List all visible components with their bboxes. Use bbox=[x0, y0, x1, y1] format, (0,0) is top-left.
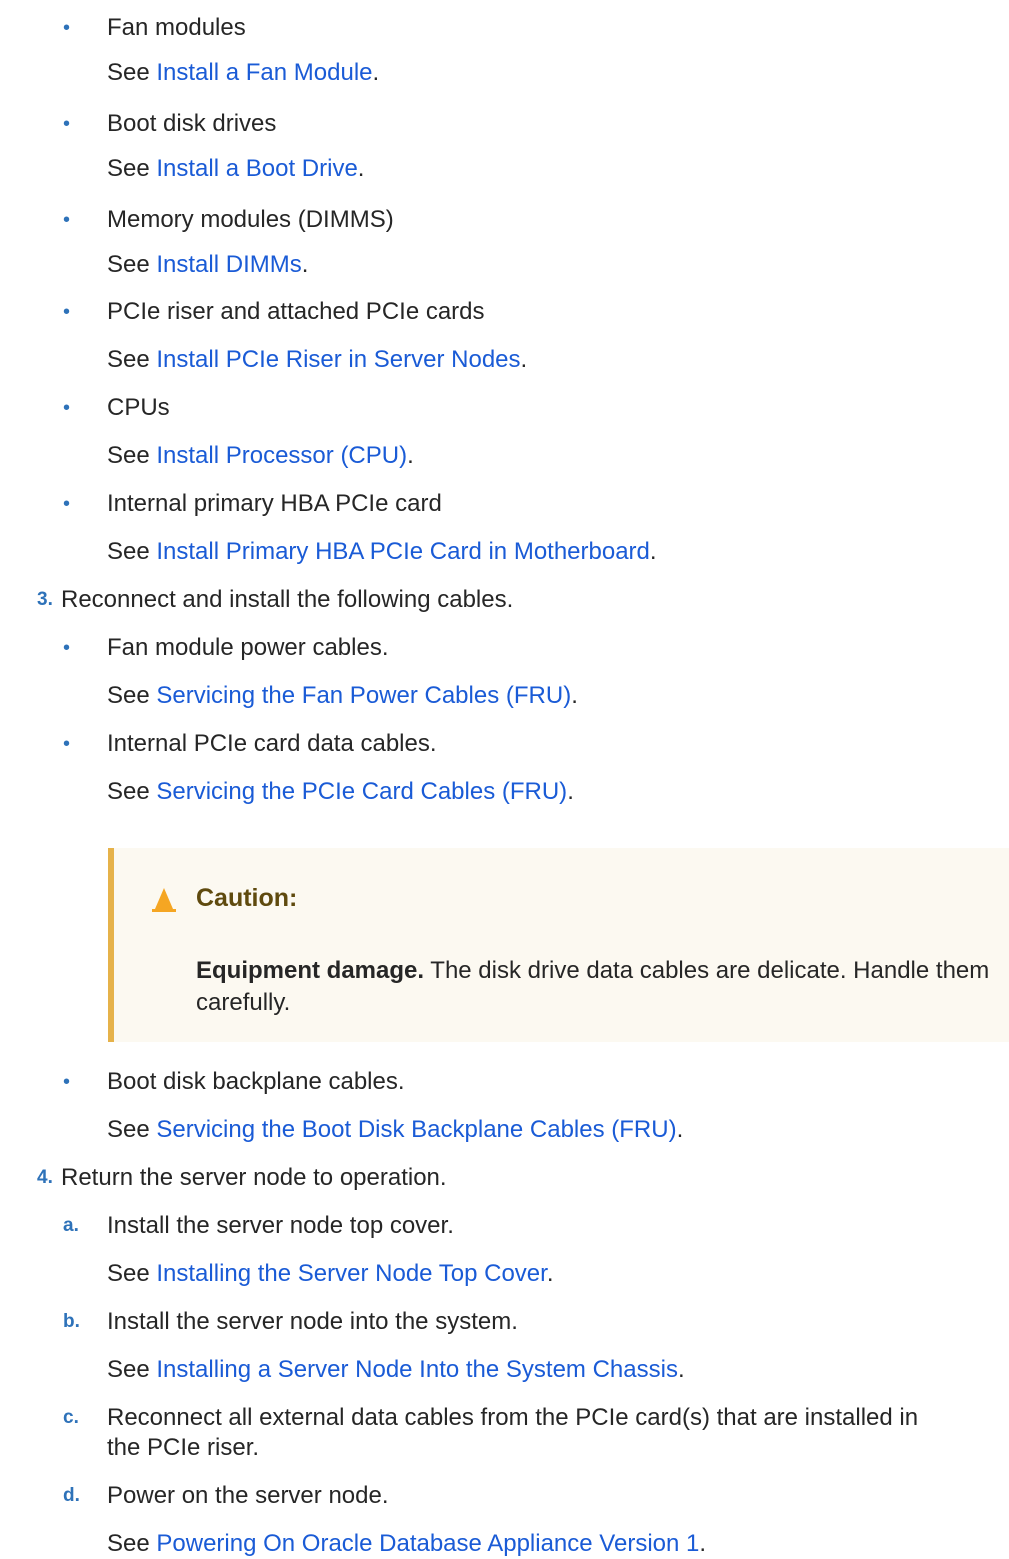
bullet-marker: • bbox=[63, 301, 71, 323]
see-label: See bbox=[107, 538, 157, 565]
period: . bbox=[372, 59, 380, 86]
bullet-marker: • bbox=[63, 637, 71, 659]
link-powering-on-oda[interactable]: Powering On Oracle Database Appliance Ve… bbox=[156, 1530, 699, 1557]
link-install-processor[interactable]: Install Processor (CPU) bbox=[156, 442, 407, 469]
link-install-pcie-riser[interactable]: Install PCIe Riser in Server Nodes bbox=[156, 346, 520, 373]
see-reference: See Install PCIe Riser in Server Nodes. bbox=[107, 345, 527, 375]
link-install-dimms[interactable]: Install DIMMs bbox=[156, 251, 301, 278]
see-reference: See Servicing the PCIe Card Cables (FRU)… bbox=[107, 777, 574, 807]
period: . bbox=[699, 1530, 707, 1557]
list-item: Memory modules (DIMMS) bbox=[107, 206, 394, 233]
see-label: See bbox=[107, 1356, 157, 1383]
substep-text: Install the server node top cover. bbox=[107, 1212, 454, 1239]
list-item: Boot disk drives bbox=[107, 110, 277, 137]
link-install-top-cover[interactable]: Installing the Server Node Top Cover bbox=[156, 1260, 546, 1287]
see-reference: See Install Primary HBA PCIe Card in Mot… bbox=[107, 537, 657, 567]
period: . bbox=[301, 251, 309, 278]
period: . bbox=[357, 155, 365, 182]
bullet-marker: • bbox=[63, 733, 71, 755]
see-label: See bbox=[107, 1260, 157, 1287]
see-label: See bbox=[107, 251, 157, 278]
list-item: PCIe riser and attached PCIe cards bbox=[107, 298, 485, 325]
see-label: See bbox=[107, 59, 157, 86]
warning-cone-icon bbox=[152, 888, 176, 912]
caution-body: Equipment damage. The disk drive data ca… bbox=[196, 955, 996, 1019]
see-reference: See Install DIMMs. bbox=[107, 250, 308, 280]
list-item: Internal primary HBA PCIe card bbox=[107, 490, 442, 517]
see-reference: See Install a Boot Drive. bbox=[107, 154, 364, 184]
substep-text: Reconnect all external data cables from … bbox=[107, 1404, 919, 1431]
caution-box: Caution: Equipment damage. The disk driv… bbox=[108, 848, 1009, 1042]
step-number: 3. bbox=[37, 589, 53, 610]
see-reference: See Install Processor (CPU). bbox=[107, 441, 414, 471]
link-install-primary-hba[interactable]: Install Primary HBA PCIe Card in Motherb… bbox=[156, 538, 650, 565]
caution-title: Caution: bbox=[196, 884, 298, 912]
link-install-boot-drive[interactable]: Install a Boot Drive bbox=[156, 155, 357, 182]
period: . bbox=[546, 1260, 554, 1287]
list-item: Fan modules bbox=[107, 14, 246, 41]
list-item: Internal PCIe card data cables. bbox=[107, 730, 437, 757]
link-pcie-card-cables[interactable]: Servicing the PCIe Card Cables (FRU) bbox=[156, 778, 567, 805]
see-reference: See Installing the Server Node Top Cover… bbox=[107, 1259, 554, 1289]
bullet-marker: • bbox=[63, 113, 71, 135]
step-text: Reconnect and install the following cabl… bbox=[61, 586, 514, 613]
see-label: See bbox=[107, 1116, 157, 1143]
see-reference: See Servicing the Fan Power Cables (FRU)… bbox=[107, 681, 578, 711]
period: . bbox=[649, 538, 657, 565]
see-label: See bbox=[107, 778, 157, 805]
bullet-marker: • bbox=[63, 493, 71, 515]
list-item: Boot disk backplane cables. bbox=[107, 1068, 405, 1095]
substep-letter: a. bbox=[63, 1215, 79, 1236]
substep-letter: d. bbox=[63, 1485, 80, 1506]
step-number: 4. bbox=[37, 1167, 53, 1188]
see-reference: See Install a Fan Module. bbox=[107, 58, 379, 88]
link-boot-disk-backplane-cables[interactable]: Servicing the Boot Disk Backplane Cables… bbox=[156, 1116, 676, 1143]
see-label: See bbox=[107, 442, 157, 469]
list-item: Fan module power cables. bbox=[107, 634, 389, 661]
see-reference: See Powering On Oracle Database Applianc… bbox=[107, 1529, 706, 1559]
link-install-server-node-chassis[interactable]: Installing a Server Node Into the System… bbox=[156, 1356, 678, 1383]
period: . bbox=[520, 346, 528, 373]
see-label: See bbox=[107, 346, 157, 373]
see-reference: See Servicing the Boot Disk Backplane Ca… bbox=[107, 1115, 683, 1145]
step-text: Return the server node to operation. bbox=[61, 1164, 447, 1191]
bullet-marker: • bbox=[63, 1071, 71, 1093]
period: . bbox=[571, 682, 578, 709]
see-label: See bbox=[107, 1530, 157, 1557]
substep-letter: b. bbox=[63, 1311, 80, 1332]
link-fan-power-cables[interactable]: Servicing the Fan Power Cables (FRU) bbox=[156, 682, 571, 709]
see-reference: See Installing a Server Node Into the Sy… bbox=[107, 1355, 685, 1385]
substep-text: Install the server node into the system. bbox=[107, 1308, 518, 1335]
period: . bbox=[676, 1116, 684, 1143]
list-item: CPUs bbox=[107, 394, 170, 421]
substep-letter: c. bbox=[63, 1407, 79, 1428]
link-install-fan-module[interactable]: Install a Fan Module bbox=[156, 59, 372, 86]
caution-lead: Equipment damage. bbox=[196, 957, 425, 984]
see-label: See bbox=[107, 155, 157, 182]
bullet-marker: • bbox=[63, 17, 71, 39]
period: . bbox=[567, 778, 574, 805]
period: . bbox=[677, 1356, 685, 1383]
see-label: See bbox=[107, 682, 157, 709]
substep-text-continued: the PCIe riser. bbox=[107, 1434, 260, 1461]
substep-text: Power on the server node. bbox=[107, 1482, 389, 1509]
period: . bbox=[407, 442, 414, 469]
bullet-marker: • bbox=[63, 397, 71, 419]
bullet-marker: • bbox=[63, 209, 71, 231]
